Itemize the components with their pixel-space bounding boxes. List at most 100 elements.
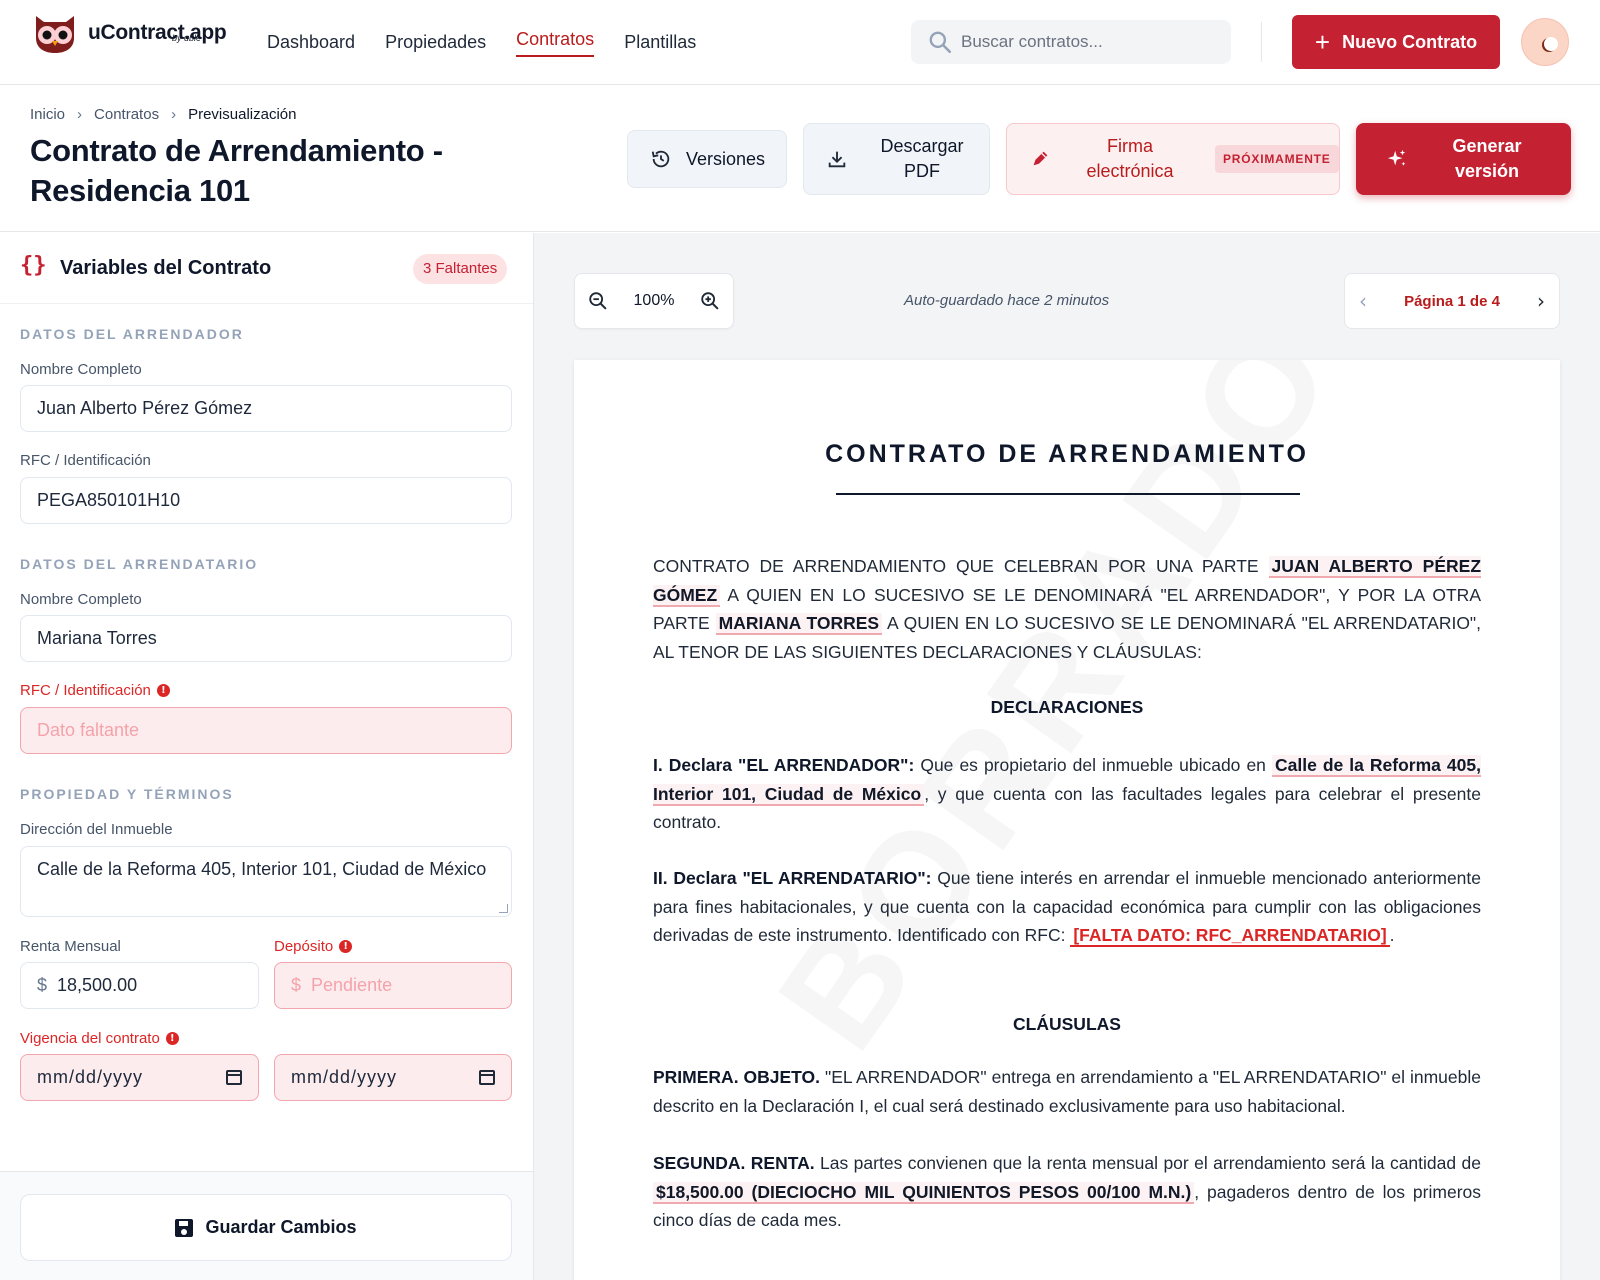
owl-logo-icon — [30, 10, 80, 54]
title-underline — [836, 493, 1300, 495]
error-icon: ! — [156, 684, 170, 697]
document-viewer: 100% Auto-guardado hace 2 minutos ‹ Pági… — [534, 233, 1600, 1280]
coming-soon-badge: PRÓXIMAMENTE — [1215, 145, 1339, 173]
header-divider — [1261, 22, 1262, 62]
new-contract-button[interactable]: + Nuevo Contrato — [1292, 15, 1500, 69]
label-arrendador-nombre: Nombre Completo — [20, 361, 142, 378]
next-page-icon[interactable]: › — [1537, 289, 1545, 313]
label-vigencia-text: Vigencia del contrato — [20, 1030, 160, 1047]
history-icon — [651, 150, 670, 168]
page-title: Contrato de Arrendamiento - Residencia 1… — [30, 133, 443, 208]
page-header: Inicio › Contratos › Previsualización Co… — [0, 85, 1600, 232]
variables-panel-header: {} Variables del Contrato 3 Faltantes — [0, 233, 533, 304]
versions-button[interactable]: Versiones — [627, 130, 787, 188]
deposito-placeholder: Pendiente — [311, 975, 393, 995]
label-arrendatario-rfc: RFC / Identificación ! — [20, 682, 170, 699]
nav-plantillas[interactable]: Plantillas — [624, 0, 696, 84]
error-icon: ! — [339, 940, 353, 953]
label-vigencia: Vigencia del contrato ! — [20, 1030, 179, 1047]
top-navbar: uContract.app by uble Dashboard Propieda… — [0, 0, 1600, 85]
arrendador-nombre-input[interactable]: Juan Alberto Pérez Gómez — [20, 385, 512, 432]
main-nav: Dashboard Propiedades Contratos Plantill… — [267, 0, 726, 84]
cl2-label: SEGUNDA. RENTA. — [653, 1153, 815, 1173]
brand-subtitle: by uble — [172, 33, 202, 43]
zoom-level: 100% — [633, 292, 675, 309]
breadcrumb-contratos[interactable]: Contratos — [94, 106, 159, 123]
arrendatario-rfc-input[interactable]: Dato faltante — [20, 707, 512, 754]
deposito-input[interactable]: $ Pendiente — [274, 962, 512, 1009]
missing-count-badge: 3 Faltantes — [413, 254, 508, 284]
prev-page-icon[interactable]: ‹ — [1359, 289, 1367, 313]
logo[interactable]: uContract.app — [30, 10, 227, 54]
download-pdf-button[interactable]: Descargar PDF — [803, 123, 990, 195]
user-avatar[interactable] — [1521, 18, 1569, 66]
calendar-icon[interactable] — [479, 1070, 495, 1085]
curly-braces-icon: {} — [20, 253, 47, 278]
nav-propiedades[interactable]: Propiedades — [385, 0, 486, 84]
date-start-placeholder: mm/dd/yyyy — [37, 1067, 144, 1087]
variables-panel: {} Variables del Contrato 3 Faltantes DA… — [0, 233, 534, 1280]
breadcrumb: Inicio › Contratos › Previsualización — [30, 106, 308, 123]
arrendatario-nombre-input[interactable]: Mariana Torres — [20, 615, 512, 662]
e-signature-button[interactable]: Firma electrónica PRÓXIMAMENTE — [1006, 123, 1340, 195]
pagination: ‹ Página 1 de 4 › — [1344, 273, 1560, 329]
download-icon — [828, 151, 846, 168]
search-icon — [929, 31, 952, 54]
cl1-label: PRIMERA. OBJETO. — [653, 1067, 821, 1087]
cl2-text-a: Las partes convienen que la renta mensua… — [820, 1153, 1481, 1173]
section-arrendador: DATOS DEL ARRENDADOR — [20, 326, 244, 342]
renta-value: 18,500.00 — [57, 975, 138, 995]
nav-dashboard[interactable]: Dashboard — [267, 0, 355, 84]
doc-clausula-1: PRIMERA. OBJETO. "EL ARRENDADOR" entrega… — [653, 1063, 1481, 1120]
section-propiedad: PROPIEDAD Y TÉRMINOS — [20, 786, 234, 802]
breadcrumb-chevron-icon: › — [77, 106, 83, 123]
calendar-icon[interactable] — [226, 1070, 242, 1085]
decl1-label: I. Declara "EL ARRENDADOR": — [653, 755, 915, 775]
vigencia-start-date[interactable]: mm/dd/yyyy — [20, 1054, 259, 1101]
direccion-value: Calle de la Reforma 405, Interior 101, C… — [37, 859, 487, 879]
section-arrendatario: DATOS DEL ARRENDATARIO — [20, 556, 259, 572]
nav-contratos[interactable]: Contratos — [516, 0, 595, 84]
doc-declaracion-2: II. Declara "EL ARRENDATARIO": Que tiene… — [653, 864, 1481, 950]
zoom-in-icon[interactable] — [699, 290, 721, 312]
doc-intro: CONTRATO DE ARRENDAMIENTO QUE CELEBRAN P… — [653, 552, 1482, 666]
breadcrumb-inicio[interactable]: Inicio — [30, 106, 65, 123]
resize-handle-icon[interactable] — [499, 904, 508, 913]
date-end-placeholder: mm/dd/yyyy — [291, 1067, 398, 1087]
save-icon — [175, 1218, 194, 1237]
save-changes-label: Guardar Cambios — [205, 1217, 357, 1237]
currency-symbol: $ — [37, 975, 48, 995]
renta-input[interactable]: $ 18,500.00 — [20, 962, 259, 1009]
var-rfc-arrendatario-missing[interactable]: [FALTA DATO: RFC_ARRENDATARIO] — [1070, 925, 1390, 947]
pen-icon — [1033, 151, 1048, 166]
save-changes-button[interactable]: Guardar Cambios — [20, 1194, 512, 1261]
heading-declaraciones: DECLARACIONES — [990, 697, 1144, 717]
label-arrendatario-nombre: Nombre Completo — [20, 591, 142, 608]
label-renta: Renta Mensual — [20, 938, 121, 955]
decl1-text-a: Que es propietario del inmueble ubicado … — [920, 755, 1266, 775]
page-indicator: Página 1 de 4 — [1404, 292, 1500, 310]
generate-version-button[interactable]: Generar versión — [1356, 123, 1571, 195]
breadcrumb-current: Previsualización — [188, 106, 297, 123]
doc-declaracion-1: I. Declara "EL ARRENDADOR": Que es propi… — [653, 751, 1481, 837]
direccion-textarea[interactable]: Calle de la Reforma 405, Interior 101, C… — [20, 846, 512, 917]
download-pdf-label: Descargar PDF — [880, 136, 964, 181]
label-arrendador-rfc: RFC / Identificación — [20, 452, 151, 469]
generate-version-label: Generar versión — [1452, 136, 1522, 181]
intro-text-1: CONTRATO DE ARRENDAMIENTO QUE CELEBRAN P… — [653, 556, 1259, 576]
brand-name: uContract.app — [88, 20, 227, 44]
search-input[interactable] — [961, 32, 1221, 52]
vigencia-end-date[interactable]: mm/dd/yyyy — [274, 1054, 512, 1101]
zoom-out-icon[interactable] — [587, 290, 609, 312]
new-contract-label: Nuevo Contrato — [1342, 31, 1478, 52]
contract-page: BORRADOR CONTRATO DE ARRENDAMIENTO CONTR… — [574, 360, 1560, 1280]
label-arrendatario-rfc-text: RFC / Identificación — [20, 682, 151, 699]
arrendador-rfc-input[interactable]: PEGA850101H10 — [20, 477, 512, 524]
sparkles-icon — [1387, 149, 1406, 166]
label-deposito-text: Depósito — [274, 938, 334, 955]
currency-symbol: $ — [291, 975, 302, 995]
var-arrendatario[interactable]: MARIANA TORRES — [715, 613, 883, 635]
doc-clausula-2: SEGUNDA. RENTA. Las partes convienen que… — [653, 1149, 1481, 1235]
search-box[interactable] — [911, 20, 1231, 64]
var-renta[interactable]: $18,500.00 (DIECIOCHO MIL QUINIENTOS PES… — [653, 1181, 1195, 1204]
